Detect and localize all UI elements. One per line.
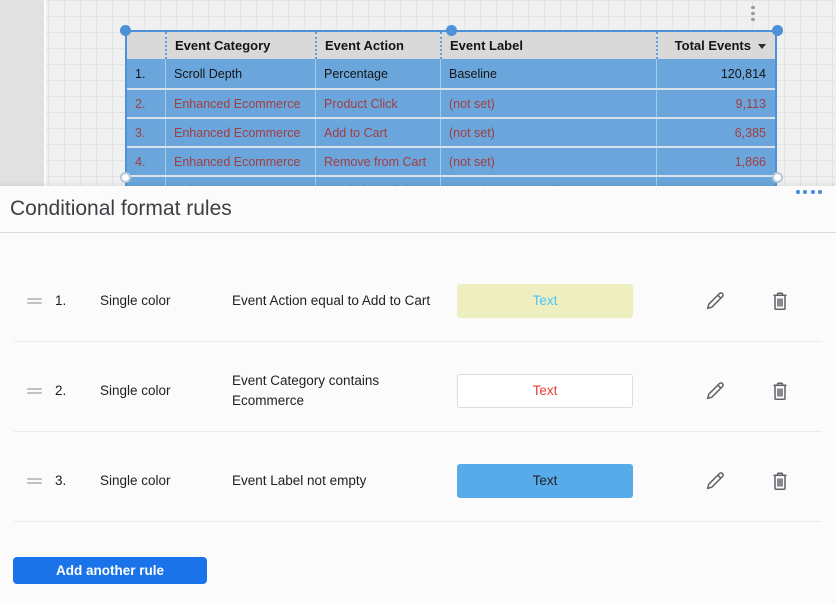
rule-format-swatch: Text <box>457 464 633 498</box>
cell-total-events: 9,113 <box>656 90 775 117</box>
selection-handle-top-left[interactable] <box>120 25 131 36</box>
pencil-icon <box>703 469 727 493</box>
cell-event-category: Enhanced Ecommerce <box>165 148 315 175</box>
cell-event-action: Percentage <box>315 59 440 88</box>
cell-event-action: Add to Cart <box>315 119 440 146</box>
rule-condition: Event Category contains Ecommerce <box>232 371 457 410</box>
row-number: 3. <box>127 119 165 146</box>
trash-icon <box>768 469 792 493</box>
table-row: 3. Enhanced Ecommerce Add to Cart (not s… <box>127 117 775 146</box>
rule-format-swatch: Text <box>457 284 633 318</box>
cell-event-category: Enhanced Ecommerce <box>165 90 315 117</box>
table-row: 2. Enhanced Ecommerce Product Click (not… <box>127 88 775 117</box>
cell-event-label: Baseline <box>440 59 656 88</box>
selection-handle-mid-right[interactable] <box>772 172 783 183</box>
cell-event-label: (not set) <box>440 90 656 117</box>
cell-total-events: 1,866 <box>656 148 775 175</box>
edit-rule-button[interactable] <box>703 289 727 313</box>
rule-index: 2. <box>55 383 79 398</box>
edit-rule-button[interactable] <box>703 469 727 493</box>
row-number: 4. <box>127 148 165 175</box>
rule-type: Single color <box>100 383 212 398</box>
cell-event-category: Enhanced Ecommerce <box>165 119 315 146</box>
swatch-label: Text <box>533 473 558 488</box>
events-table-chart[interactable]: Event Category Event Action Event Label … <box>125 30 777 206</box>
swatch-label: Text <box>533 383 558 398</box>
table-header-row: Event Category Event Action Event Label … <box>127 32 775 59</box>
drag-handle-icon[interactable] <box>27 386 43 396</box>
panel-drag-handle-icon[interactable] <box>796 190 823 194</box>
table-row: 4. Enhanced Ecommerce Remove from Cart (… <box>127 146 775 175</box>
rule-row: 2. Single color Event Category contains … <box>14 342 822 432</box>
trash-icon <box>768 379 792 403</box>
panel-title: Conditional format rules <box>0 186 836 233</box>
rule-index: 1. <box>55 293 79 308</box>
rule-type: Single color <box>100 293 212 308</box>
delete-rule-button[interactable] <box>768 469 792 493</box>
rule-type: Single color <box>100 473 212 488</box>
row-number-header <box>127 32 165 59</box>
selection-handle-mid-left[interactable] <box>120 172 131 183</box>
delete-rule-button[interactable] <box>768 379 792 403</box>
delete-rule-button[interactable] <box>768 289 792 313</box>
add-rule-button[interactable]: Add another rule <box>13 557 207 584</box>
cell-event-label: (not set) <box>440 119 656 146</box>
rule-condition: Event Label not empty <box>232 471 457 491</box>
conditional-format-panel: Conditional format rules 1. Single color… <box>0 186 836 603</box>
rule-index: 3. <box>55 473 79 488</box>
cell-event-action: Product Click <box>315 90 440 117</box>
header-event-label[interactable]: Event Label <box>440 32 656 59</box>
swatch-label: Text <box>533 293 558 308</box>
chart-menu-icon[interactable] <box>749 3 757 24</box>
pencil-icon <box>703 379 727 403</box>
drag-handle-icon[interactable] <box>27 296 43 306</box>
header-event-action[interactable]: Event Action <box>315 32 440 59</box>
cell-event-category: Scroll Depth <box>165 59 315 88</box>
rule-row: 1. Single color Event Action equal to Ad… <box>14 252 822 342</box>
rule-format-swatch: Text <box>457 374 633 408</box>
canvas-left-margin <box>0 0 46 186</box>
report-canvas: Event Category Event Action Event Label … <box>0 0 836 186</box>
rule-row: 3. Single color Event Label not empty Te… <box>14 432 822 522</box>
header-total-events[interactable]: Total Events <box>656 32 775 59</box>
selection-handle-top-center[interactable] <box>446 25 457 36</box>
edit-rule-button[interactable] <box>703 379 727 403</box>
rules-list: 1. Single color Event Action equal to Ad… <box>0 233 836 522</box>
drag-handle-icon[interactable] <box>27 476 43 486</box>
cell-total-events: 6,385 <box>656 119 775 146</box>
selection-handle-top-right[interactable] <box>772 25 783 36</box>
table-row: 1. Scroll Depth Percentage Baseline 120,… <box>127 59 775 88</box>
sort-desc-icon <box>758 44 766 49</box>
header-total-events-label: Total Events <box>675 38 751 53</box>
rule-condition: Event Action equal to Add to Cart <box>232 291 457 311</box>
pencil-icon <box>703 289 727 313</box>
row-number: 2. <box>127 90 165 117</box>
cell-event-label: (not set) <box>440 148 656 175</box>
cell-total-events: 120,814 <box>656 59 775 88</box>
trash-icon <box>768 289 792 313</box>
header-event-category[interactable]: Event Category <box>165 32 315 59</box>
cell-event-action: Remove from Cart <box>315 148 440 175</box>
row-number: 1. <box>127 59 165 88</box>
